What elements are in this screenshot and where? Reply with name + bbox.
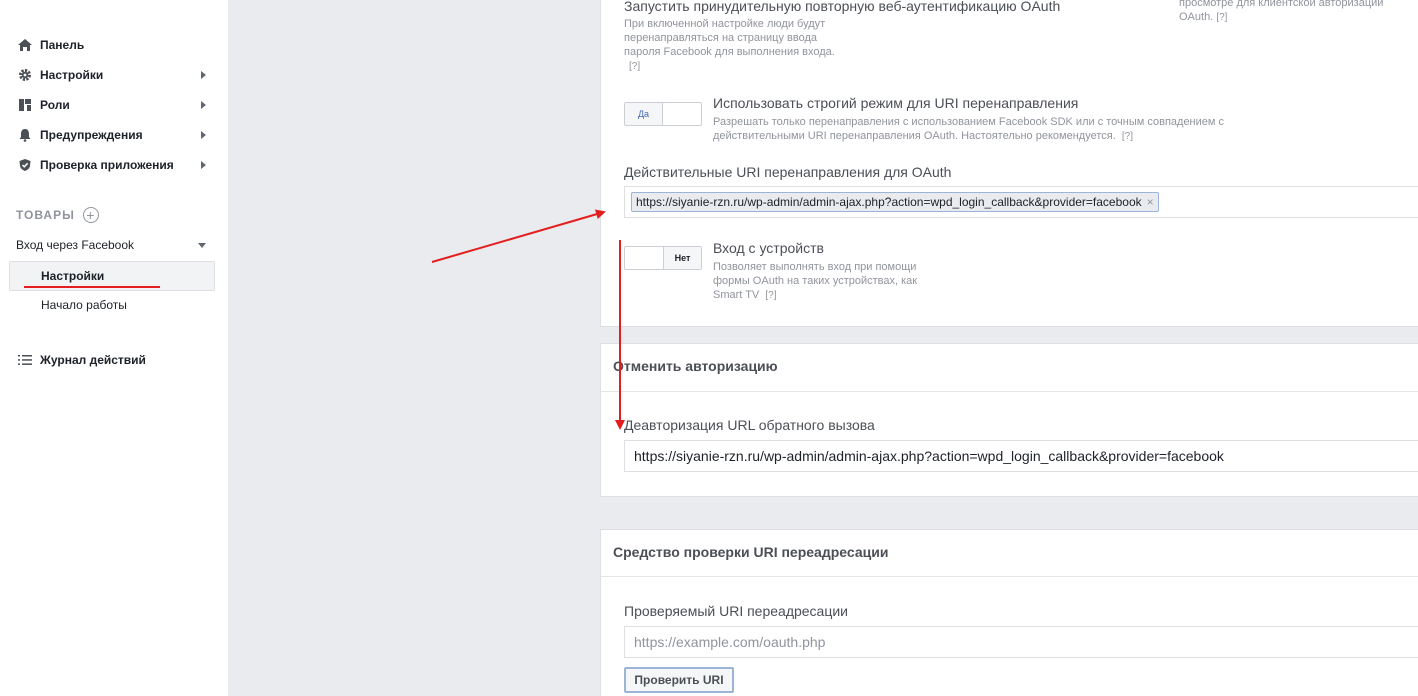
right-column-desc-1: просмотре для клиентской авторизации [1179, 0, 1384, 9]
annotation-arrow-to-redirect-uri [431, 209, 606, 263]
sidebar-item-app-review[interactable]: Проверка приложения [16, 155, 212, 175]
product-facebook-login[interactable]: Вход через Facebook [16, 238, 212, 252]
products-heading-label: ТОВАРЫ [16, 208, 75, 222]
right-column-desc-2: OAuth. [?] [1179, 11, 1228, 23]
strict-mode-desc-1: Разрешать только перенаправления с испол… [713, 116, 1225, 128]
sidebar-item-label: Настройки [40, 68, 104, 82]
device-login-desc-1: Позволяет выполнять вход при помощи [713, 261, 917, 273]
check-uri-input[interactable]: https://example.com/oauth.php [624, 626, 1418, 658]
sidebar-item-dashboard[interactable]: Панель [16, 35, 212, 55]
check-uri-placeholder: https://example.com/oauth.php [634, 634, 826, 650]
strict-mode-toggle[interactable]: Да [624, 102, 702, 126]
help-link[interactable]: [?] [1122, 131, 1133, 142]
device-login-title: Вход с устройств [713, 240, 824, 256]
chevron-right-icon [201, 71, 206, 79]
product-name: Вход через Facebook [16, 238, 135, 252]
chevron-down-icon [198, 243, 206, 248]
shield-icon [16, 158, 34, 172]
force-reauth-desc-3: пароля Facebook для выполнения входа. [624, 46, 835, 58]
sidebar-item-label: Проверка приложения [40, 158, 174, 172]
divider [601, 576, 1418, 577]
force-reauth-desc-2: перенаправляться на страницу ввода [624, 32, 818, 44]
list-icon [16, 353, 34, 367]
help-link[interactable]: [?] [629, 60, 640, 74]
strict-mode-toggle-on: Да [625, 103, 664, 125]
check-uri-button[interactable]: Проверить URI [624, 667, 734, 693]
annotation-underline [24, 286, 160, 288]
divider [601, 391, 1418, 392]
bell-icon [16, 128, 34, 142]
sidebar-item-label: Панель [40, 38, 85, 52]
sidebar-item-alerts[interactable]: Предупреждения [16, 125, 212, 145]
home-icon [16, 38, 34, 52]
deauth-callback-value: https://siyanie-rzn.ru/wp-admin/admin-aj… [634, 448, 1224, 464]
products-heading: ТОВАРЫ + [16, 207, 99, 223]
help-link[interactable]: [?] [765, 290, 776, 301]
product-subitem-quickstart[interactable]: Начало работы [41, 298, 127, 312]
chevron-right-icon [201, 131, 206, 139]
chevron-right-icon [201, 161, 206, 169]
strict-mode-desc-2: действительными URI перенаправления OAut… [713, 130, 1134, 142]
help-link[interactable]: [?] [1216, 12, 1227, 23]
sidebar-item-activity-log[interactable]: Журнал действий [16, 350, 212, 370]
sidebar-item-label: Роли [40, 98, 70, 112]
redirect-uri-token-text: https://siyanie-rzn.ru/wp-admin/admin-aj… [636, 195, 1142, 209]
sidebar-item-label: Предупреждения [40, 128, 143, 142]
deauthorize-heading: Отменить авторизацию [613, 358, 778, 374]
gear-icon [16, 68, 34, 82]
sidebar-item-label: Журнал действий [40, 353, 146, 367]
valid-redirect-uri-label: Действительные URI перенаправления для O… [624, 164, 952, 180]
device-login-toggle-off: Нет [662, 247, 701, 269]
check-uri-label: Проверяемый URI переадресации [624, 603, 849, 619]
redirect-uri-token[interactable]: https://siyanie-rzn.ru/wp-admin/admin-aj… [631, 192, 1159, 212]
device-login-toggle[interactable]: Нет [624, 246, 702, 270]
redirect-validator-heading: Средство проверки URI переадресации [613, 544, 889, 560]
force-reauth-title: Запустить принудительную повторную веб-а… [624, 0, 1061, 14]
deauth-callback-input[interactable]: https://siyanie-rzn.ru/wp-admin/admin-aj… [624, 440, 1418, 472]
valid-redirect-uri-input[interactable]: https://siyanie-rzn.ru/wp-admin/admin-aj… [624, 186, 1418, 218]
force-reauth-desc-1: При включенной настройке люди будут [624, 18, 826, 30]
strict-mode-title: Использовать строгий режим для URI перен… [713, 95, 1079, 111]
sidebar: Панель Настройки Роли Предупреждения Про… [0, 0, 228, 696]
remove-token-icon[interactable]: × [1147, 195, 1154, 209]
roles-icon [16, 98, 34, 112]
device-login-desc-2: формы OAuth на таких устройствах, как [713, 275, 918, 287]
deauth-callback-label: Деавторизация URL обратного вызова [624, 417, 875, 433]
chevron-right-icon [201, 101, 206, 109]
sidebar-item-settings[interactable]: Настройки [16, 65, 212, 85]
add-product-plus-icon[interactable]: + [82, 207, 99, 223]
sidebar-item-roles[interactable]: Роли [16, 95, 212, 115]
device-login-desc-3: Smart TV [?] [713, 289, 777, 301]
